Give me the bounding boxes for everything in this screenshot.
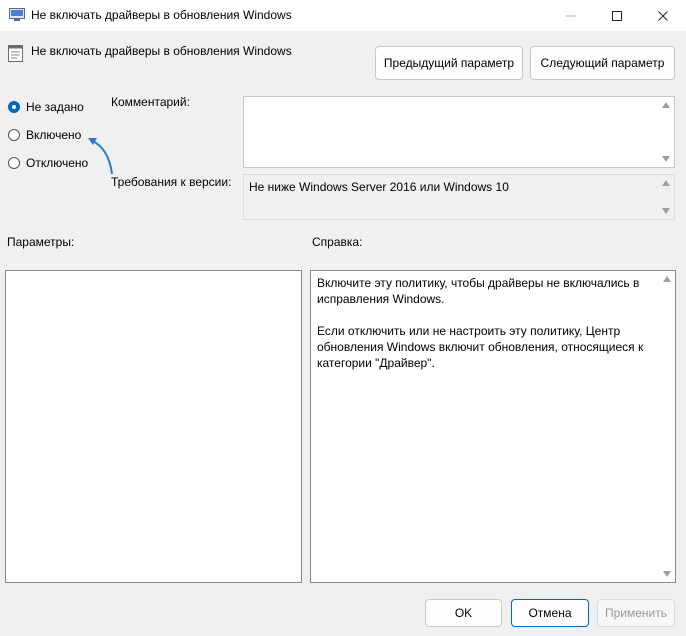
requirements-value: Не ниже Windows Server 2016 или Windows … (249, 180, 509, 194)
options-label: Параметры: (7, 235, 75, 249)
radio-label: Включено (26, 128, 82, 142)
scroll-up-icon[interactable] (663, 276, 671, 282)
maximize-button[interactable] (594, 0, 640, 31)
radio-button-checked[interactable] (8, 101, 20, 113)
scroll-down-icon[interactable] (663, 571, 671, 577)
radio-button[interactable] (8, 129, 20, 141)
annotation-arrow-icon (88, 138, 113, 175)
comment-label: Комментарий: (111, 95, 190, 109)
requirements-field: Не ниже Windows Server 2016 или Windows … (243, 174, 675, 220)
requirements-label: Требования к версии: (111, 175, 232, 189)
radio-enabled[interactable]: Включено (8, 128, 81, 142)
radio-button[interactable] (8, 157, 20, 169)
next-setting-button[interactable]: Следующий параметр (530, 46, 675, 80)
radio-not-configured[interactable]: Не задано (8, 100, 84, 114)
title-bar: Не включать драйверы в обновления Window… (0, 0, 686, 31)
comment-field[interactable] (243, 96, 675, 168)
settings-page-icon (8, 45, 23, 62)
minimize-button[interactable] (548, 0, 594, 31)
help-label: Справка: (312, 235, 363, 249)
previous-setting-button[interactable]: Предыдущий параметр (375, 46, 523, 80)
policy-title: Не включать драйверы в обновления Window… (31, 44, 292, 58)
cancel-button[interactable]: Отмена (511, 599, 589, 627)
help-panel[interactable]: Включите эту политику, чтобы драйверы не… (310, 270, 676, 583)
help-scrollbar[interactable] (660, 271, 675, 582)
options-panel[interactable] (5, 270, 302, 583)
scroll-down-icon[interactable] (662, 208, 670, 214)
policy-icon (9, 8, 25, 21)
close-icon (658, 10, 668, 21)
requirements-scrollbar[interactable] (659, 175, 674, 219)
comment-scrollbar[interactable] (659, 97, 674, 167)
scroll-up-icon[interactable] (662, 180, 670, 186)
apply-button[interactable]: Применить (597, 599, 675, 627)
radio-label: Отключено (26, 156, 89, 170)
ok-button[interactable]: OK (425, 599, 502, 627)
radio-label: Не задано (26, 100, 84, 114)
maximize-icon (612, 10, 622, 21)
minimize-icon (566, 15, 576, 16)
window-title: Не включать драйверы в обновления Window… (31, 8, 292, 22)
scroll-up-icon[interactable] (662, 102, 670, 108)
scroll-down-icon[interactable] (662, 156, 670, 162)
radio-disabled[interactable]: Отключено (8, 156, 88, 170)
close-button[interactable] (640, 0, 686, 31)
help-text: Включите эту политику, чтобы драйверы не… (317, 276, 644, 370)
